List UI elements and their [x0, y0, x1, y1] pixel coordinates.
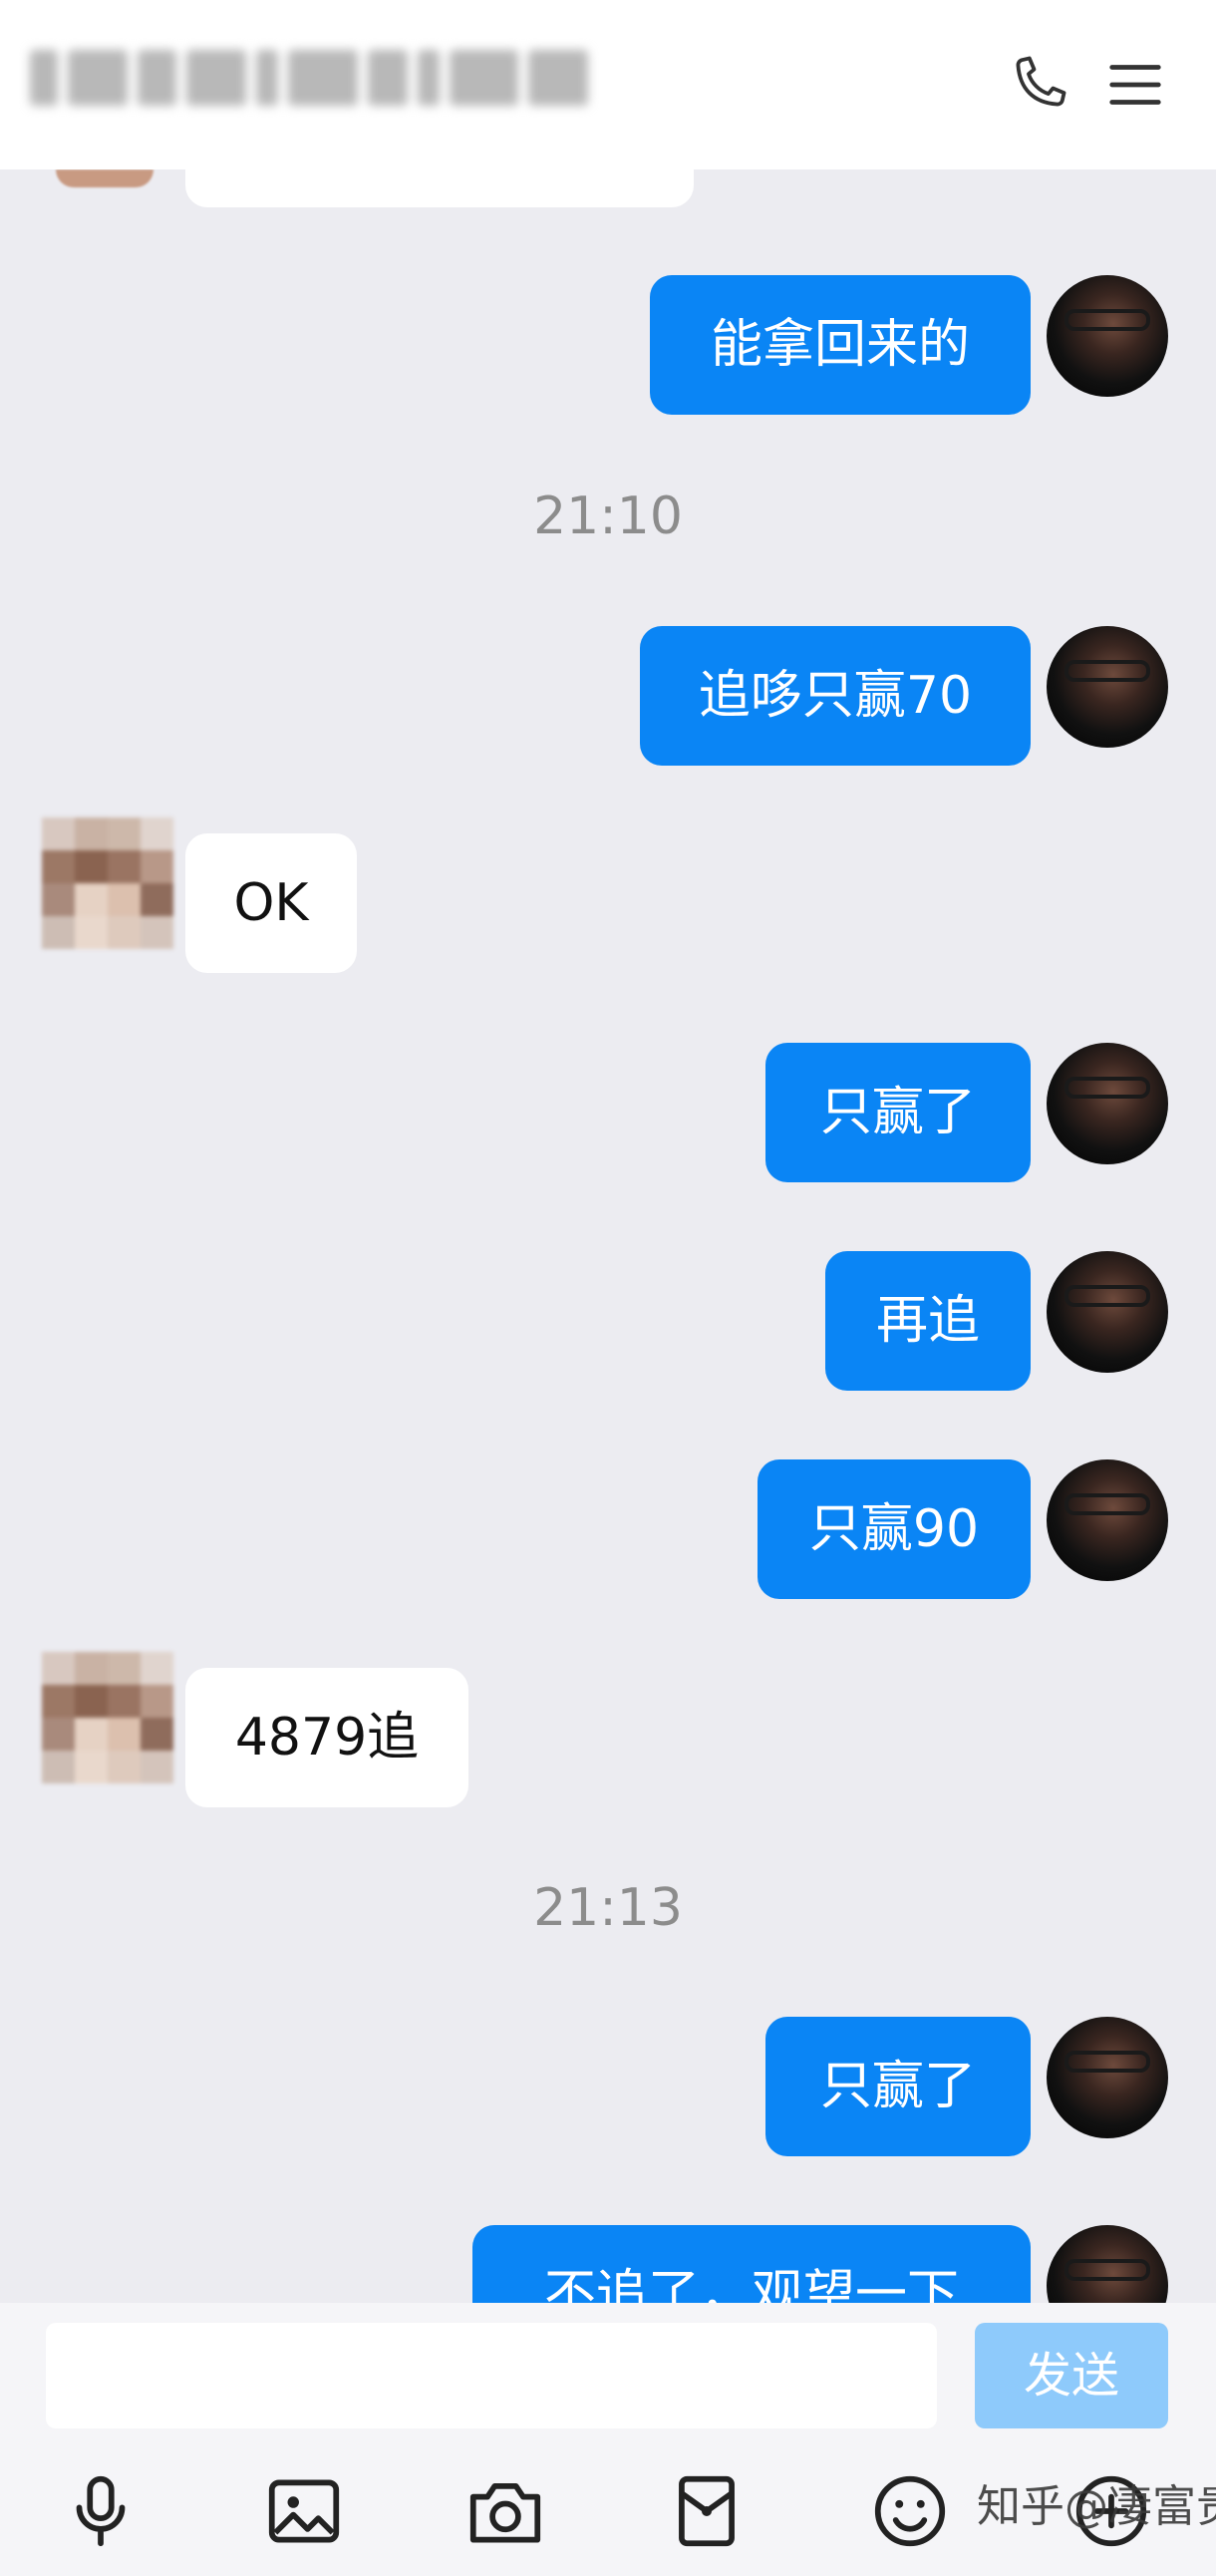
my-avatar[interactable]	[1047, 1459, 1168, 1581]
message-bubble-outgoing[interactable]: 只赢了	[765, 2017, 1031, 2156]
send-button[interactable]: 发送	[975, 2323, 1168, 2428]
red-packet-icon[interactable]	[664, 2468, 750, 2554]
phone-icon[interactable]	[1003, 50, 1072, 120]
microphone-icon[interactable]	[58, 2468, 144, 2554]
message-bubble-incoming[interactable]	[185, 169, 694, 207]
my-avatar[interactable]	[1047, 2225, 1168, 2303]
message-list[interactable]: 能拿回来的 21:10 追哆只赢70 OK 只赢了 再追 只赢90 4879追 …	[0, 169, 1216, 2303]
menu-icon[interactable]	[1100, 50, 1170, 120]
watermark: 知乎@凄富贵	[977, 2481, 1216, 2532]
message-bubble-incoming[interactable]: 4879追	[185, 1668, 468, 1807]
contact-avatar[interactable]	[56, 169, 153, 187]
emoji-icon[interactable]	[867, 2468, 953, 2554]
message-bubble-outgoing[interactable]: 只赢了	[765, 1043, 1031, 1182]
contact-avatar[interactable]	[42, 817, 173, 949]
message-bubble-incoming[interactable]: OK	[185, 833, 357, 973]
input-bar: 发送	[0, 2303, 1216, 2442]
my-avatar[interactable]	[1047, 2017, 1168, 2138]
my-avatar[interactable]	[1047, 1251, 1168, 1373]
contact-avatar[interactable]	[42, 1652, 173, 1783]
timestamp: 21:10	[533, 486, 683, 546]
message-bubble-outgoing[interactable]: 不追了，观望一下	[472, 2225, 1031, 2303]
image-icon[interactable]	[261, 2468, 347, 2554]
my-avatar[interactable]	[1047, 1043, 1168, 1164]
message-bubble-outgoing[interactable]: 能拿回来的	[650, 275, 1031, 415]
camera-icon[interactable]	[462, 2468, 548, 2554]
timestamp: 21:13	[533, 1878, 683, 1938]
contact-name-redacted	[30, 42, 588, 114]
chat-header	[0, 0, 1216, 169]
message-bubble-outgoing[interactable]: 再追	[825, 1251, 1031, 1391]
message-bubble-outgoing[interactable]: 追哆只赢70	[640, 626, 1031, 766]
my-avatar[interactable]	[1047, 275, 1168, 397]
message-bubble-outgoing[interactable]: 只赢90	[758, 1459, 1031, 1599]
my-avatar[interactable]	[1047, 626, 1168, 748]
message-input[interactable]	[46, 2323, 937, 2428]
